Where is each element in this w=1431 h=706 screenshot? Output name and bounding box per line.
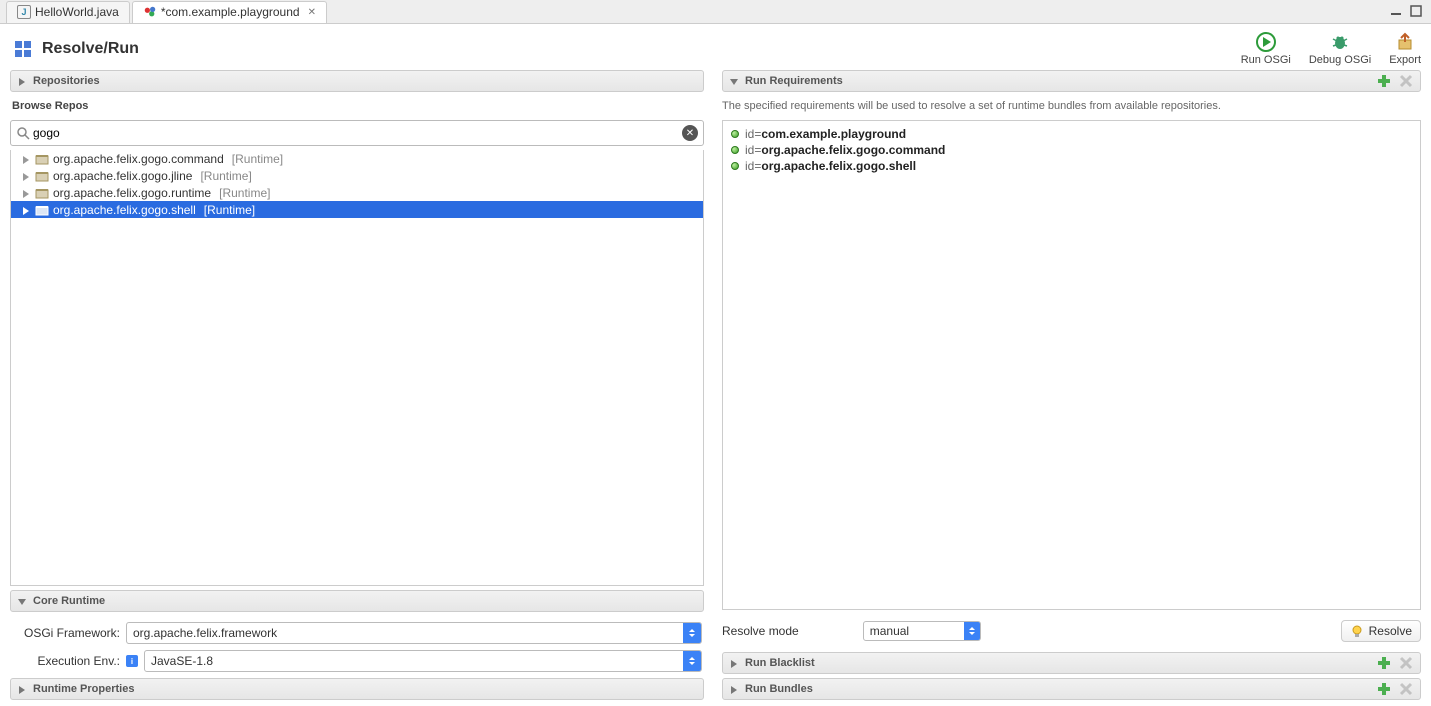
- toolbar: Run OSGi Debug OSGi Export: [1241, 32, 1421, 66]
- tree-item-name: org.apache.felix.gogo.command: [53, 152, 224, 166]
- chevron-right-icon: [21, 205, 31, 215]
- resolve-bar: Resolve mode manual Resolve: [722, 614, 1421, 648]
- search-field-wrap: ✕: [10, 120, 704, 146]
- tree-item-tag: [Runtime]: [232, 152, 283, 166]
- requirements-list: id=com.example.playground id=org.apache.…: [722, 120, 1421, 610]
- repositories-section-header[interactable]: Repositories: [10, 70, 704, 92]
- debug-osgi-button[interactable]: Debug OSGi: [1309, 32, 1371, 66]
- maximize-icon[interactable]: [1409, 4, 1423, 18]
- tab-label: *com.example.playground: [161, 5, 300, 19]
- chevron-down-icon: [17, 596, 27, 606]
- bundle-icon: [35, 169, 49, 183]
- run-icon: [1256, 32, 1276, 52]
- osgi-framework-select[interactable]: org.apache.felix.framework: [126, 622, 702, 644]
- tab-playground[interactable]: *com.example.playground ✕: [132, 1, 327, 23]
- bundle-icon: [35, 186, 49, 200]
- resolve-run-icon: [14, 40, 32, 58]
- bulb-icon: [1350, 624, 1364, 638]
- info-icon: i: [126, 655, 138, 667]
- clear-search-button[interactable]: ✕: [682, 125, 698, 141]
- requirement-row[interactable]: id=com.example.playground: [731, 127, 1412, 141]
- resolve-mode-select[interactable]: manual: [863, 621, 981, 641]
- execution-env-label: Execution Env.:: [12, 654, 120, 668]
- close-icon[interactable]: ✕: [308, 7, 316, 18]
- tree-row[interactable]: org.apache.felix.gogo.shell [Runtime]: [11, 201, 703, 218]
- tree-item-tag: [Runtime]: [200, 169, 251, 183]
- right-column: Run Requirements The specified requireme…: [722, 70, 1421, 700]
- tree-item-tag: [Runtime]: [204, 203, 255, 217]
- tree-item-name: org.apache.felix.gogo.shell: [53, 203, 196, 217]
- chevron-right-icon: [21, 171, 31, 181]
- tree-item-name: org.apache.felix.gogo.runtime: [53, 186, 211, 200]
- bundle-icon: [35, 152, 49, 166]
- browse-repos-label: Browse Repos: [10, 96, 704, 116]
- remove-requirement-button[interactable]: [1398, 73, 1414, 89]
- add-blacklist-button[interactable]: [1376, 655, 1392, 671]
- export-icon: [1395, 32, 1415, 52]
- runtime-properties-section-header[interactable]: Runtime Properties: [10, 678, 704, 700]
- chevron-right-icon: [729, 684, 739, 694]
- remove-blacklist-button[interactable]: [1398, 655, 1414, 671]
- tree-row[interactable]: org.apache.felix.gogo.command [Runtime]: [11, 150, 703, 167]
- requirement-row[interactable]: id=org.apache.felix.gogo.shell: [731, 159, 1412, 173]
- execution-env-select[interactable]: JavaSE-1.8: [144, 650, 702, 672]
- bnd-config-icon: [143, 5, 157, 19]
- run-requirements-hint: The specified requirements will be used …: [722, 96, 1421, 116]
- search-input[interactable]: [10, 120, 704, 146]
- chevron-right-icon: [729, 658, 739, 668]
- resolve-button[interactable]: Resolve: [1341, 620, 1421, 642]
- tab-helloworld[interactable]: J HelloWorld.java: [6, 1, 130, 23]
- core-runtime-section-header[interactable]: Core Runtime: [10, 590, 704, 612]
- run-osgi-button[interactable]: Run OSGi: [1241, 32, 1291, 66]
- repo-tree: org.apache.felix.gogo.command [Runtime] …: [10, 150, 704, 586]
- chevron-right-icon: [21, 154, 31, 164]
- chevron-updown-icon: [683, 651, 701, 671]
- tree-row[interactable]: org.apache.felix.gogo.jline [Runtime]: [11, 167, 703, 184]
- tree-row[interactable]: org.apache.felix.gogo.runtime [Runtime]: [11, 184, 703, 201]
- bundle-icon: [35, 203, 49, 217]
- tree-item-name: org.apache.felix.gogo.jline: [53, 169, 192, 183]
- resolve-mode-label: Resolve mode: [722, 624, 799, 638]
- run-blacklist-section-header[interactable]: Run Blacklist: [722, 652, 1421, 674]
- chevron-right-icon: [17, 76, 27, 86]
- add-bundle-button[interactable]: [1376, 681, 1392, 697]
- osgi-framework-label: OSGi Framework:: [12, 626, 120, 640]
- chevron-down-icon: [729, 76, 739, 86]
- export-button[interactable]: Export: [1389, 32, 1421, 66]
- window-buttons: [1389, 4, 1423, 18]
- minimize-icon[interactable]: [1389, 4, 1403, 18]
- chevron-updown-icon: [964, 622, 980, 640]
- search-icon: [16, 126, 30, 140]
- chevron-right-icon: [21, 188, 31, 198]
- status-dot-icon: [731, 146, 739, 154]
- status-dot-icon: [731, 130, 739, 138]
- body-area: Repositories Browse Repos ✕ org.apache.f…: [0, 70, 1431, 706]
- remove-bundle-button[interactable]: [1398, 681, 1414, 697]
- status-dot-icon: [731, 162, 739, 170]
- left-column: Repositories Browse Repos ✕ org.apache.f…: [10, 70, 704, 700]
- tree-item-tag: [Runtime]: [219, 186, 270, 200]
- chevron-right-icon: [17, 684, 27, 694]
- java-file-icon: J: [17, 5, 31, 19]
- core-runtime-body: OSGi Framework: org.apache.felix.framewo…: [10, 616, 704, 674]
- editor-tabbar: J HelloWorld.java *com.example.playgroun…: [0, 0, 1431, 24]
- run-requirements-section-header[interactable]: Run Requirements: [722, 70, 1421, 92]
- tab-label: HelloWorld.java: [35, 5, 119, 19]
- chevron-updown-icon: [683, 623, 701, 643]
- titlebar: Resolve/Run Run OSGi Debug OSGi Export: [0, 24, 1431, 70]
- run-bundles-section-header[interactable]: Run Bundles: [722, 678, 1421, 700]
- requirement-row[interactable]: id=org.apache.felix.gogo.command: [731, 143, 1412, 157]
- debug-icon: [1330, 32, 1350, 52]
- page-title: Resolve/Run: [42, 40, 139, 58]
- add-requirement-button[interactable]: [1376, 73, 1392, 89]
